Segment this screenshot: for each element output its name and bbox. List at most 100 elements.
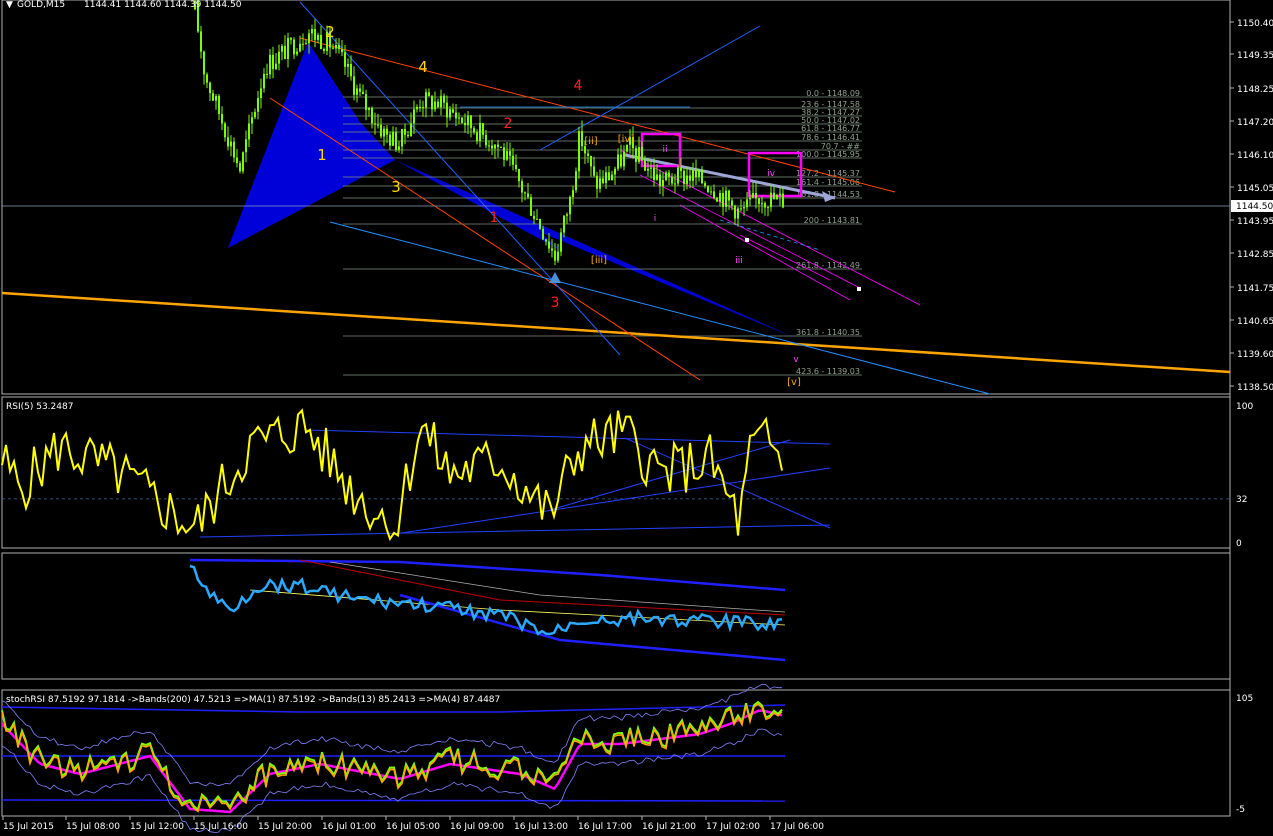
candle-body: [617, 154, 619, 169]
candle-body: [506, 151, 508, 160]
candle-body: [374, 123, 376, 125]
candle-body: [626, 144, 628, 152]
price-axis-label: 1147.20: [1237, 118, 1273, 128]
candle-body: [593, 166, 595, 176]
candle-body: [338, 44, 340, 50]
candle-body: [275, 63, 277, 69]
fib-level-label: 100.0 - 1145.95: [796, 150, 860, 159]
wave-label-magenta-ii: ii: [662, 145, 667, 155]
candle-body: [302, 43, 304, 45]
candle-body: [419, 106, 421, 108]
candle-body: [464, 122, 466, 126]
wave-label-magenta-iii: iii: [735, 256, 743, 266]
candle-body: [644, 160, 646, 171]
price-axis-label: 1148.25: [1237, 85, 1273, 95]
candle-body: [383, 128, 385, 137]
candle-body: [320, 35, 322, 50]
candle-body: [578, 131, 580, 172]
candle-body: [200, 31, 202, 52]
candle-body: [608, 172, 610, 181]
candle-body: [728, 190, 730, 201]
price-axis-label: 1145.05: [1237, 184, 1273, 194]
candle-body: [770, 192, 772, 208]
candle-body: [233, 141, 235, 158]
fib-level-label: 61.8 - 1146.77: [801, 124, 860, 133]
candle-body: [314, 29, 316, 40]
wave-label-yellow-4: 4: [418, 58, 428, 76]
candle-body: [368, 108, 370, 110]
candle-body: [485, 134, 487, 146]
candle-body: [650, 167, 652, 169]
candle-body: [392, 131, 394, 146]
rsi-level-0: 0: [1236, 539, 1242, 549]
candle-body: [584, 146, 586, 154]
candle-body: [566, 214, 568, 216]
marker-square-1: [745, 238, 749, 242]
candle-body: [281, 45, 283, 52]
candle-body: [347, 63, 349, 67]
wave-label-red-1: 1: [490, 210, 499, 226]
candle-body: [386, 128, 388, 135]
candle-body: [428, 92, 430, 96]
candle-body: [443, 95, 445, 103]
wave-label-magenta-v: v: [793, 355, 799, 365]
candle-body: [224, 123, 226, 138]
candle-body: [605, 172, 607, 184]
candle-body: [560, 232, 562, 252]
time-axis-label: 15 Jul 12:00: [130, 822, 184, 832]
candle-body: [761, 203, 763, 205]
candle-body: [305, 43, 307, 45]
price-axis-label: 1142.85: [1237, 250, 1273, 260]
candle-body: [272, 54, 274, 69]
wave-label-magenta-i: i: [654, 214, 657, 224]
candle-body: [446, 102, 448, 118]
candle-body: [311, 29, 313, 34]
candle-body: [503, 147, 505, 160]
candle-body: [299, 43, 301, 52]
candle-body: [308, 33, 310, 44]
candle-body: [683, 170, 685, 184]
time-axis-label: 16 Jul 09:00: [450, 822, 504, 832]
time-axis-label: 15 Jul 16:00: [194, 822, 248, 832]
candle-body: [437, 101, 439, 108]
wave-label-yellow-3: 3: [391, 178, 401, 196]
candle-body: [491, 145, 493, 149]
dropdown-arrow-icon[interactable]: ▼: [6, 0, 13, 10]
candle-body: [737, 208, 739, 219]
candle-body: [716, 197, 718, 202]
candle-body: [764, 203, 766, 208]
candle-body: [497, 144, 499, 147]
candle-body: [518, 169, 520, 182]
candle-body: [323, 49, 325, 51]
price-axis-label: 1139.60: [1237, 350, 1273, 360]
candle-body: [257, 97, 259, 112]
candle-body: [530, 197, 532, 216]
candle-body: [512, 155, 514, 165]
candle-body: [587, 153, 589, 156]
candle-body: [230, 141, 232, 147]
price-axis-label: 1141.75: [1237, 284, 1273, 294]
candle-body: [389, 134, 391, 146]
fib-level-label: 78.6 - 1146.41: [801, 133, 860, 142]
candle-body: [602, 178, 604, 184]
candle-body: [575, 171, 577, 191]
candle-body: [440, 95, 442, 108]
candle-body: [734, 205, 736, 219]
candle-body: [641, 147, 643, 161]
candle-body: [527, 193, 529, 198]
candle-body: [731, 200, 733, 206]
candle-body: [557, 251, 559, 261]
candle-body: [563, 215, 565, 233]
candle-body: [548, 241, 550, 249]
candle-body: [659, 174, 661, 187]
candle-body: [215, 96, 217, 101]
price-axis-label: 1146.10: [1237, 151, 1273, 161]
candle-body: [350, 63, 352, 77]
rsi-level-100: 100: [1236, 402, 1253, 412]
candle-body: [356, 88, 358, 95]
chart-canvas[interactable]: 0.0 - 1148.0923.6 - 1147.5838.2 - 1147.2…: [0, 0, 1273, 836]
wave-label-bracket-iv: [iv]: [618, 134, 635, 145]
fib-level-label: 0.0 - 1148.09: [806, 89, 860, 98]
candle-body: [359, 88, 361, 92]
candle-body: [596, 175, 598, 189]
